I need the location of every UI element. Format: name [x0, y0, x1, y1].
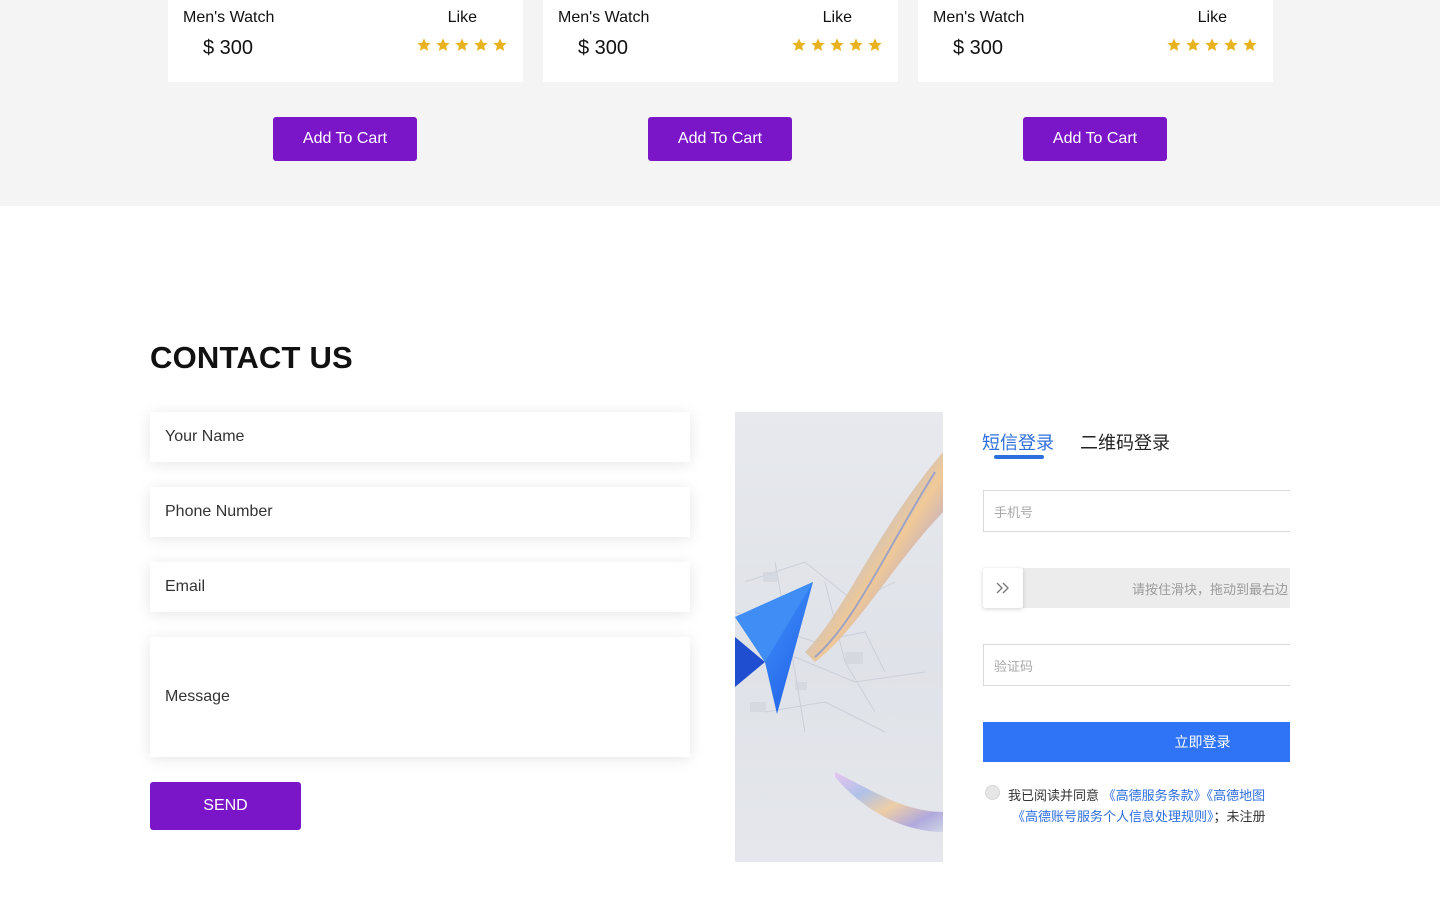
email-input[interactable]: Email	[150, 562, 690, 612]
slider-hint: 请按住滑块，拖动到最右边	[1131, 581, 1288, 597]
star-icon	[416, 37, 432, 53]
active-tab-indicator	[994, 455, 1044, 459]
product-name: Men's Watch	[558, 9, 650, 26]
login-illustration	[735, 412, 943, 862]
terms-link[interactable]: 《高德服务条款》	[1103, 788, 1207, 803]
like-label[interactable]: Like	[448, 9, 477, 27]
product-card[interactable]: Men's Watch Like $ 300	[543, 0, 898, 82]
star-icon	[1204, 37, 1220, 53]
star-icon	[1166, 37, 1182, 53]
rating-stars	[416, 37, 508, 53]
map-terms-link[interactable]: 《高德地图	[1207, 788, 1266, 803]
email-placeholder: Email	[165, 578, 206, 595]
star-icon	[473, 37, 489, 53]
agreement-text: 我已阅读并同意 《高德服务条款》《高德地图	[1008, 785, 1290, 804]
agree-suffix: ；未注册	[1213, 809, 1266, 824]
agree-checkbox[interactable]	[985, 785, 1000, 800]
star-icon	[492, 37, 508, 53]
product-name: Men's Watch	[183, 9, 275, 26]
message-textarea[interactable]: Message	[150, 637, 690, 757]
star-icon	[791, 37, 807, 53]
phone-input[interactable]: Phone Number	[150, 487, 690, 537]
product-price: $ 300	[578, 37, 629, 59]
product-price: $ 300	[953, 37, 1004, 59]
tab-sms-login[interactable]: 短信登录	[982, 429, 1054, 455]
login-submit-button[interactable]: 立即登录	[983, 722, 1290, 762]
agree-prefix: 我已阅读并同意	[1008, 788, 1100, 803]
add-to-cart-button[interactable]: Add To Cart	[648, 117, 792, 161]
mobile-placeholder: 手机号	[994, 504, 1034, 520]
star-icon	[454, 37, 470, 53]
star-icon	[867, 37, 883, 53]
slider-handle[interactable]	[983, 568, 1023, 608]
phone-placeholder: Phone Number	[165, 503, 273, 520]
product-price: $ 300	[203, 37, 254, 59]
star-icon	[435, 37, 451, 53]
code-placeholder: 验证码	[994, 658, 1034, 674]
star-icon	[848, 37, 864, 53]
privacy-rules-link[interactable]: 《高德账号服务个人信息处理规则》	[1012, 809, 1214, 824]
contact-title: CONTACT US	[150, 340, 353, 375]
add-to-cart-button[interactable]: Add To Cart	[273, 117, 417, 161]
product-card[interactable]: Men's Watch Like $ 300	[918, 0, 1273, 82]
add-to-cart-button[interactable]: Add To Cart	[1023, 117, 1167, 161]
double-chevron-right-icon	[996, 582, 1009, 594]
star-icon	[810, 37, 826, 53]
star-icon	[1185, 37, 1201, 53]
verification-code-input[interactable]: 验证码	[983, 644, 1290, 686]
message-placeholder: Message	[165, 688, 230, 705]
product-name: Men's Watch	[933, 9, 1025, 26]
rating-stars	[791, 37, 883, 53]
name-placeholder: Your Name	[165, 428, 245, 445]
star-icon	[829, 37, 845, 53]
mobile-input[interactable]: 手机号	[983, 490, 1290, 532]
product-card[interactable]: Men's Watch Like $ 300	[168, 0, 523, 82]
products-section: Men's Watch Like $ 300 Men's Watch Like …	[0, 0, 1440, 206]
star-icon	[1242, 37, 1258, 53]
name-input[interactable]: Your Name	[150, 412, 690, 462]
like-label[interactable]: Like	[1198, 9, 1227, 27]
rating-stars	[1166, 37, 1258, 53]
star-icon	[1223, 37, 1239, 53]
like-label[interactable]: Like	[823, 9, 852, 27]
agreement-text-line2: 《高德账号服务个人信息处理规则》；未注册	[1012, 806, 1290, 825]
send-button[interactable]: SEND	[150, 782, 301, 830]
tab-qr-login[interactable]: 二维码登录	[1080, 429, 1170, 455]
paper-plane-map-illustration	[735, 452, 943, 832]
